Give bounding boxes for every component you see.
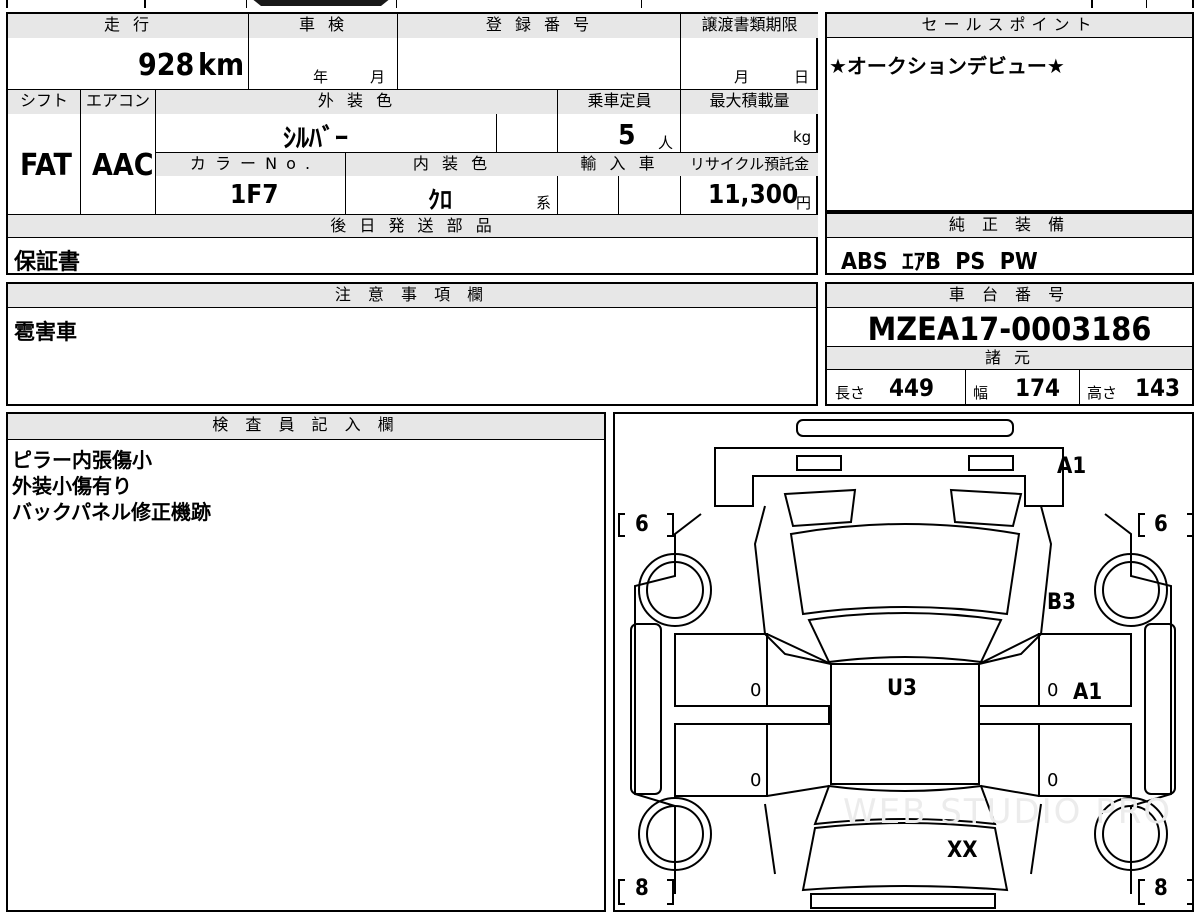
inspection-month: 月	[370, 68, 386, 86]
spec-label: 諸 元	[827, 347, 1192, 370]
inspector-line-3: バックパネル修正機跡	[12, 500, 211, 524]
equipment-value: ABS ｴｱB PS PW	[841, 249, 1038, 275]
notes-box: 注 意 事 項 欄 雹害車	[6, 282, 818, 406]
registration-label: 登 録 番 号	[398, 14, 681, 38]
capacity-label: 乗車定員	[558, 90, 681, 114]
watermark: WEB STUDIO PRO	[843, 792, 1173, 832]
parts-label: 後 日 発 送 部 品	[8, 215, 818, 238]
tire-front-left: 6	[635, 512, 649, 537]
transfer-deadline-label: 譲渡書類期限	[681, 14, 818, 38]
transfer-month: 月	[734, 68, 750, 86]
mark-zero-right-front: 0	[1047, 680, 1059, 701]
transfer-day: 日	[794, 68, 810, 86]
capacity-value: 5	[618, 118, 636, 151]
car-diagram-box: 6 6 8 8 A1 B3 U3 A1 XX 0 0 0 0 WEB STUDI…	[613, 412, 1194, 912]
mark-zero-right-rear: 0	[1047, 770, 1059, 791]
chassis-number: MZEA17-0003186	[867, 310, 1152, 348]
inspection-label: 車 検	[249, 14, 398, 38]
height-value: 143	[1135, 374, 1181, 402]
chassis-label: 車 台 番 号	[827, 284, 1192, 308]
equipment-label: 純 正 装 備	[827, 214, 1192, 238]
interior-color-suffix: 系	[536, 194, 552, 212]
inspector-line-2: 外装小傷有り	[12, 474, 132, 498]
tire-front-right: 6	[1154, 512, 1168, 537]
length-value: 449	[889, 374, 935, 402]
mark-xx: XX	[947, 838, 978, 863]
vehicle-info-table: 走 行 車 検 登 録 番 号 譲渡書類期限 928 km 年 月 月 日 シフ…	[6, 12, 818, 275]
ac-value: AAC	[92, 148, 154, 183]
sales-point-box: セールスポイント ★オークションデビュー★	[825, 12, 1194, 212]
color-no-label: カ ラ ー N o .	[156, 153, 346, 176]
mark-zero-left-front: 0	[750, 680, 762, 701]
width-label: 幅	[973, 384, 989, 402]
mark-u3: U3	[887, 676, 917, 701]
car-diagram	[618, 419, 1192, 909]
interior-color-label: 内 装 色	[346, 153, 558, 176]
exterior-color-value: ｼﾙﾊﾞｰ	[283, 124, 349, 154]
color-no-value: 1F7	[230, 180, 279, 210]
max-load-unit: kg	[793, 128, 812, 146]
exterior-color-label: 外 装 色	[156, 90, 558, 114]
sales-point-value: ★オークションデビュー★	[829, 54, 1065, 78]
width-value: 174	[1015, 374, 1061, 402]
ac-label: エアコン	[80, 90, 156, 114]
notes-value: 雹害車	[14, 320, 77, 344]
inspector-line-1: ピラー内張傷小	[12, 448, 152, 472]
mileage-unit: km	[198, 48, 245, 83]
length-label: 長さ	[835, 384, 866, 402]
interior-color-value: ｸﾛ	[428, 186, 452, 214]
tire-rear-right: 8	[1154, 876, 1168, 901]
top-cutoff-row	[6, 0, 1194, 8]
chassis-box: 車 台 番 号 MZEA17-0003186 諸 元 長さ 449 幅 174 …	[825, 282, 1194, 406]
sales-point-label: セールスポイント	[827, 14, 1192, 38]
max-load-label: 最大積載量	[681, 90, 818, 114]
mark-a1-side: A1	[1073, 680, 1103, 705]
equipment-box: 純 正 装 備 ABS ｴｱB PS PW	[825, 212, 1194, 275]
inspector-box: 検 査 員 記 入 欄 ピラー内張傷小 外装小傷有り バックパネル修正機跡	[6, 412, 606, 912]
recycle-unit: 円	[796, 194, 812, 212]
shift-label: シフト	[8, 90, 80, 114]
recycle-label: リサイクル預託金	[681, 153, 818, 176]
capacity-unit: 人	[658, 134, 674, 152]
mark-b3: B3	[1047, 590, 1076, 615]
inspection-year: 年	[313, 68, 329, 86]
tire-rear-left: 8	[635, 876, 649, 901]
inspector-label: 検 査 員 記 入 欄	[8, 414, 604, 440]
shift-value: FAT	[20, 148, 72, 183]
mileage-value: 928	[138, 48, 195, 83]
mark-a1-front: A1	[1057, 454, 1087, 479]
height-label: 高さ	[1087, 384, 1118, 402]
import-label: 輸 入 車	[558, 153, 681, 176]
recycle-value: 11,300	[708, 180, 799, 210]
notes-label: 注 意 事 項 欄	[8, 284, 816, 308]
mark-zero-left-rear: 0	[750, 770, 762, 791]
parts-value: 保証書	[14, 250, 81, 275]
mileage-label: 走 行	[8, 14, 249, 38]
